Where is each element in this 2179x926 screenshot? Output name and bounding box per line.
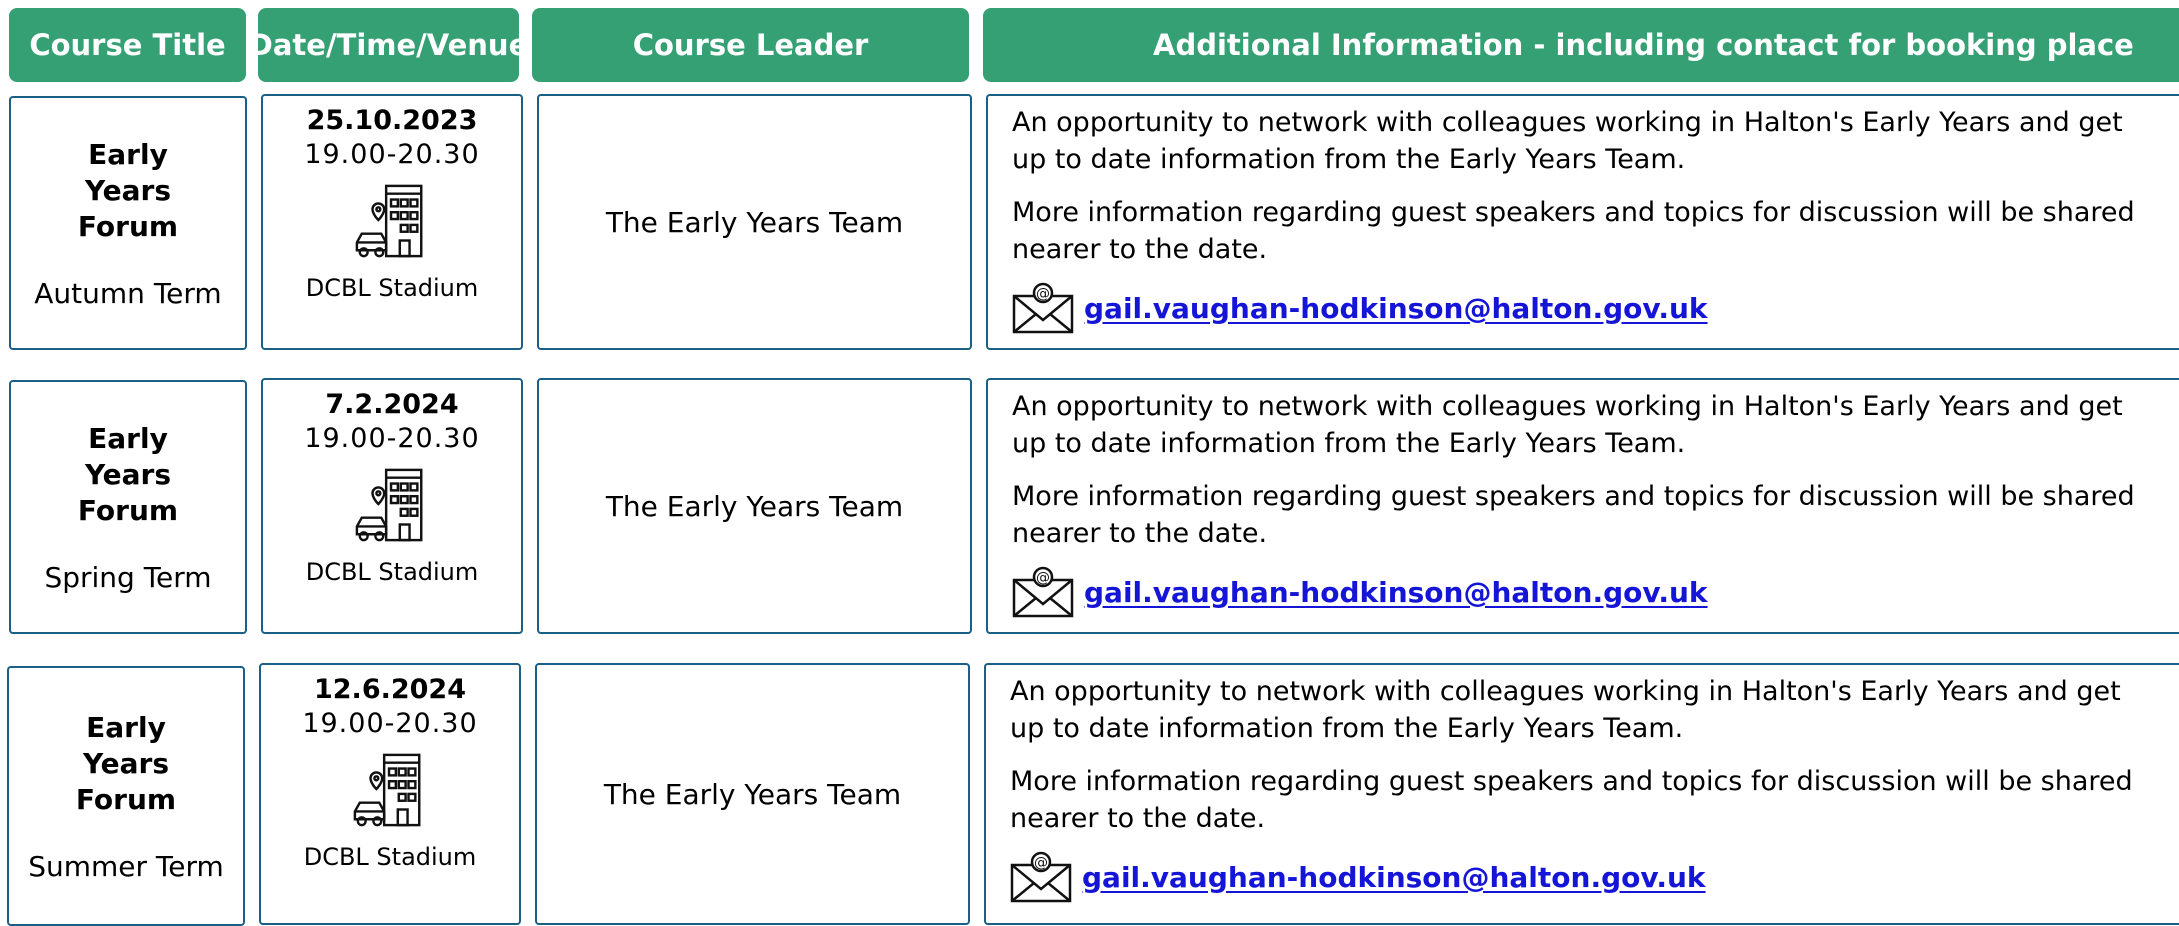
course-title-cell: Early Years Forum Summer Term bbox=[7, 666, 245, 926]
course-time: 19.00-20.30 bbox=[304, 423, 480, 454]
course-name: Early Years Forum bbox=[75, 710, 177, 816]
course-title-cell: Early Years Forum Autumn Term bbox=[9, 96, 247, 350]
contact-row: @ gail.vaughan-hodkinson@halton.gov.uk bbox=[1012, 566, 2179, 618]
contact-email-link[interactable]: gail.vaughan-hodkinson@halton.gov.uk bbox=[1082, 861, 1706, 894]
date-time-venue-cell: 7.2.2024 19.00-20.30 DCBL Stadium bbox=[261, 378, 523, 634]
additional-info-cell: An opportunity to network with colleague… bbox=[986, 94, 2179, 350]
course-leader: The Early Years Team bbox=[605, 205, 904, 239]
course-term: Summer Term bbox=[28, 849, 224, 883]
course-term: Autumn Term bbox=[34, 276, 222, 310]
course-date: 12.6.2024 bbox=[313, 674, 467, 705]
course-leader: The Early Years Team bbox=[603, 777, 902, 811]
course-leader-cell: The Early Years Team bbox=[537, 94, 972, 350]
additional-info-cell: An opportunity to network with colleague… bbox=[986, 378, 2179, 634]
course-title-cell: Early Years Forum Spring Term bbox=[9, 380, 247, 634]
course-venue: DCBL Stadium bbox=[303, 843, 477, 871]
course-leader-cell: The Early Years Team bbox=[535, 663, 970, 925]
info-paragraph: More information regarding guest speaker… bbox=[1012, 481, 2135, 549]
building-car-location-icon bbox=[355, 468, 423, 542]
info-paragraph: An opportunity to network with colleague… bbox=[1012, 107, 2123, 175]
course-term: Spring Term bbox=[44, 560, 212, 594]
info-paragraph: An opportunity to network with colleague… bbox=[1012, 391, 2123, 459]
info-paragraph: More information regarding guest speaker… bbox=[1012, 197, 2135, 265]
course-date: 7.2.2024 bbox=[325, 389, 459, 420]
svg-text:@: @ bbox=[1036, 570, 1050, 586]
email-envelope-icon: @ bbox=[1012, 282, 1074, 334]
info-paragraph: An opportunity to network with colleague… bbox=[1010, 676, 2121, 744]
course-date: 25.10.2023 bbox=[306, 105, 478, 136]
header-date-time-venue: Date/Time/Venue bbox=[249, 8, 528, 82]
building-car-location-icon bbox=[355, 184, 423, 258]
course-venue: DCBL Stadium bbox=[305, 274, 479, 302]
contact-email-link[interactable]: gail.vaughan-hodkinson@halton.gov.uk bbox=[1084, 576, 1708, 609]
contact-row: @ gail.vaughan-hodkinson@halton.gov.uk bbox=[1012, 282, 2179, 334]
svg-text:@: @ bbox=[1034, 855, 1048, 871]
additional-info-cell: An opportunity to network with colleague… bbox=[984, 663, 2179, 925]
course-leader-cell: The Early Years Team bbox=[537, 378, 972, 634]
course-venue: DCBL Stadium bbox=[305, 558, 479, 586]
svg-text:@: @ bbox=[1036, 286, 1050, 302]
course-time: 19.00-20.30 bbox=[304, 139, 480, 170]
contact-email-link[interactable]: gail.vaughan-hodkinson@halton.gov.uk bbox=[1084, 292, 1708, 325]
header-course-title: Course Title bbox=[9, 8, 246, 82]
course-name: Early Years Forum bbox=[77, 421, 179, 527]
email-envelope-icon: @ bbox=[1012, 566, 1074, 618]
course-leader: The Early Years Team bbox=[605, 489, 904, 523]
course-name: Early Years Forum bbox=[77, 137, 179, 243]
date-time-venue-cell: 25.10.2023 19.00-20.30 DCBL Stadium bbox=[261, 94, 523, 350]
email-envelope-icon: @ bbox=[1010, 851, 1072, 903]
course-time: 19.00-20.30 bbox=[302, 708, 478, 739]
header-course-leader: Course Leader bbox=[532, 8, 969, 82]
header-additional-information: Additional Information - including conta… bbox=[983, 8, 2179, 82]
date-time-venue-cell: 12.6.2024 19.00-20.30 DCBL Stadium bbox=[259, 663, 521, 925]
contact-row: @ gail.vaughan-hodkinson@halton.gov.uk bbox=[1010, 851, 2179, 903]
info-paragraph: More information regarding guest speaker… bbox=[1010, 766, 2133, 834]
building-car-location-icon bbox=[353, 753, 421, 827]
